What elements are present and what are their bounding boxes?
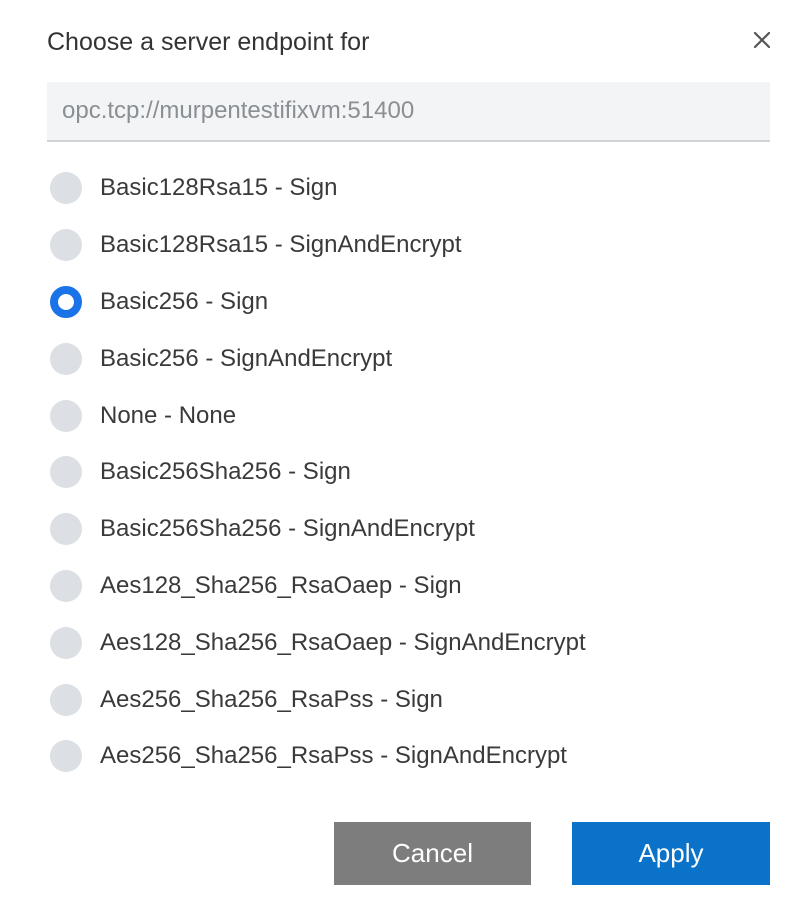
- endpoint-option-label: Aes256_Sha256_RsaPss - Sign: [100, 685, 443, 713]
- endpoint-option-label: Basic128Rsa15 - SignAndEncrypt: [100, 231, 462, 259]
- endpoint-option-label: Aes128_Sha256_RsaOaep - SignAndEncrypt: [100, 628, 586, 656]
- radio-button[interactable]: [50, 683, 82, 716]
- radio-button[interactable]: [50, 740, 82, 773]
- radio-button[interactable]: [50, 342, 82, 375]
- endpoint-option[interactable]: Aes256_Sha256_RsaPss - Sign: [47, 671, 767, 728]
- endpoint-option[interactable]: Basic128Rsa15 - Sign: [47, 160, 767, 217]
- radio-button-selected[interactable]: [50, 285, 82, 318]
- server-url-field[interactable]: [47, 82, 770, 142]
- radio-button[interactable]: [50, 399, 82, 432]
- endpoint-option-label: None - None: [100, 401, 237, 429]
- endpoint-option-label: Basic256Sha256 - Sign: [100, 458, 351, 486]
- endpoint-options-list: Basic128Rsa15 - Sign Basic128Rsa15 - Sig…: [47, 160, 767, 785]
- endpoint-option[interactable]: Basic256Sha256 - SignAndEncrypt: [47, 501, 767, 558]
- radio-button[interactable]: [50, 229, 82, 262]
- endpoint-option-label: Aes128_Sha256_RsaOaep - Sign: [100, 571, 462, 599]
- radio-button[interactable]: [50, 456, 82, 489]
- endpoint-option-label: Basic128Rsa15 - Sign: [100, 174, 338, 202]
- close-icon: [753, 31, 771, 49]
- radio-button[interactable]: [50, 626, 82, 659]
- endpoint-option[interactable]: Aes128_Sha256_RsaOaep - Sign: [47, 558, 767, 615]
- endpoint-option[interactable]: Aes128_Sha256_RsaOaep - SignAndEncrypt: [47, 614, 767, 671]
- radio-button[interactable]: [50, 172, 82, 205]
- dialog-title: Choose a server endpoint for: [47, 28, 370, 56]
- endpoint-dialog: Choose a server endpoint for Basic128Rsa…: [0, 0, 796, 915]
- endpoint-option-label: Aes256_Sha256_RsaPss - SignAndEncrypt: [100, 742, 567, 770]
- apply-button[interactable]: Apply: [572, 822, 770, 885]
- radio-button[interactable]: [50, 513, 82, 546]
- endpoint-option-label: Basic256 - SignAndEncrypt: [100, 344, 393, 372]
- endpoint-option-label: Basic256Sha256 - SignAndEncrypt: [100, 515, 475, 543]
- endpoint-option[interactable]: Basic256 - Sign: [47, 274, 767, 331]
- close-button[interactable]: [742, 20, 782, 60]
- endpoint-option[interactable]: Aes256_Sha256_RsaPss - SignAndEncrypt: [47, 728, 767, 785]
- endpoint-option-label: Basic256 - Sign: [100, 287, 269, 315]
- radio-button[interactable]: [50, 569, 82, 602]
- cancel-button[interactable]: Cancel: [334, 822, 531, 885]
- endpoint-option[interactable]: Basic256 - SignAndEncrypt: [47, 330, 767, 387]
- endpoint-option[interactable]: None - None: [47, 387, 767, 444]
- endpoint-option[interactable]: Basic256Sha256 - Sign: [47, 444, 767, 501]
- endpoint-option[interactable]: Basic128Rsa15 - SignAndEncrypt: [47, 217, 767, 274]
